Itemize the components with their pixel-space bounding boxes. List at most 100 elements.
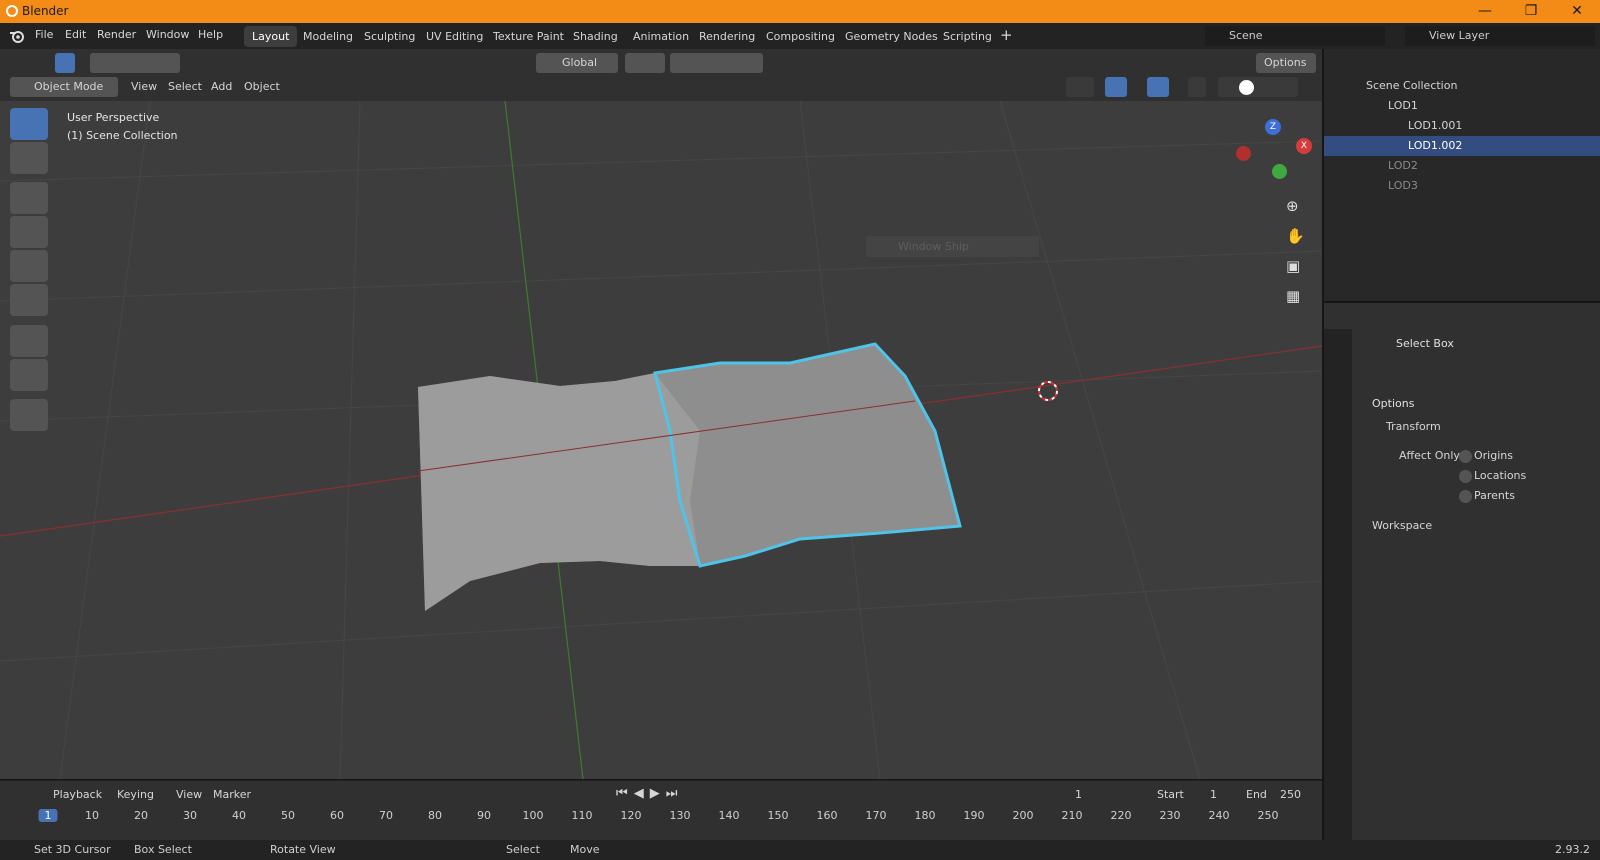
menu-window[interactable]: Window — [146, 28, 189, 41]
xray-toggle-icon[interactable] — [1188, 77, 1206, 97]
options-panel-header[interactable]: Options — [1372, 397, 1414, 410]
menu-render[interactable]: Render — [97, 28, 136, 41]
keying-menu[interactable]: Keying — [117, 788, 154, 801]
tab-compositing[interactable]: Compositing — [758, 26, 843, 47]
maximize-button[interactable]: ❐ — [1508, 0, 1554, 23]
tab-geometry-nodes[interactable]: Geometry Nodes — [837, 26, 946, 47]
frame-tick: 40 — [232, 809, 246, 822]
frame-tick: 100 — [522, 809, 544, 822]
blender-menu-icon[interactable] — [9, 28, 25, 44]
origins-checkbox[interactable] — [1459, 450, 1472, 463]
close-button[interactable]: ✕ — [1554, 0, 1600, 23]
status-set-cursor: Set 3D Cursor — [34, 843, 111, 856]
scene-selector[interactable]: Scene — [1205, 26, 1385, 46]
overlay-toggle-icon[interactable] — [1147, 77, 1169, 97]
frame-tick: 170 — [865, 809, 887, 822]
origins-label: Origins — [1474, 449, 1513, 462]
tab-scripting[interactable]: Scripting — [935, 26, 1000, 47]
menu-file[interactable]: File — [35, 28, 53, 41]
visibility-icon[interactable] — [1066, 77, 1094, 97]
version-label: 2.93.2 — [1555, 843, 1590, 856]
measure-tool-icon[interactable] — [10, 359, 48, 391]
scene-collection-row[interactable]: Scene Collection — [1324, 76, 1600, 96]
add-workspace-icon[interactable]: + — [1000, 26, 1013, 44]
parents-checkbox[interactable] — [1459, 490, 1472, 503]
outliner-row-lod1-001[interactable]: LOD1.001 — [1324, 116, 1600, 136]
move-tool-icon[interactable] — [10, 182, 48, 214]
3d-cursor-icon — [1038, 381, 1058, 401]
cursor-tool-icon[interactable] — [10, 142, 48, 174]
select-box-tool-icon[interactable] — [10, 108, 48, 140]
properties-editor: Select Box Options Transform Affect Only… — [1324, 303, 1600, 840]
frame-tick: 130 — [669, 809, 691, 822]
options-dropdown[interactable]: Options ⌄ — [1256, 53, 1316, 89]
end-label: End — [1246, 788, 1267, 801]
frame-tick: 70 — [379, 809, 393, 822]
view-menu[interactable]: View — [131, 80, 157, 93]
end-field[interactable]: 250 — [1280, 788, 1301, 801]
ortho-grid-icon[interactable]: ▦ — [1286, 281, 1305, 311]
add-cube-tool-icon[interactable] — [10, 399, 48, 431]
viewport-header: Global Options ⌄ Object Mode View Select… — [0, 49, 1322, 101]
camera-view-icon[interactable]: ▣ — [1286, 251, 1305, 281]
tab-rendering[interactable]: Rendering — [691, 26, 763, 47]
timeline-editor: Playback Keying View Marker ⏮◀▶⏭ 1 Start… — [0, 780, 1322, 840]
view-layer-selector[interactable]: View Layer — [1405, 26, 1595, 46]
frame-tick: 150 — [767, 809, 789, 822]
select-tool-icon[interactable] — [55, 53, 75, 73]
proportional-edit[interactable] — [715, 53, 763, 73]
frame-tick: 250 — [1257, 809, 1279, 822]
3d-viewport[interactable]: Window Ship User Perspective (1) Scene C… — [0, 101, 1322, 779]
frame-ruler[interactable]: 1 10 20 30 40 50 60 70 80 90 100 110 120 130 140 150 160… — [0, 803, 1322, 827]
tab-layout[interactable]: Layout — [244, 26, 298, 47]
tab-modeling[interactable]: Modeling — [295, 26, 361, 47]
workspace-panel-header[interactable]: Workspace — [1372, 519, 1432, 532]
rotate-tool-icon[interactable] — [10, 216, 48, 248]
solid-shading-icon[interactable] — [1239, 80, 1254, 95]
playback-menu[interactable]: Playback — [53, 788, 102, 801]
outliner-row-lod3[interactable]: LOD3 — [1324, 176, 1600, 196]
mode-dropdown[interactable]: Object Mode — [10, 77, 118, 97]
tab-animation[interactable]: Animation — [625, 26, 697, 47]
marker-menu[interactable]: Marker — [213, 788, 251, 801]
tooltip-text: Window Ship — [898, 240, 969, 253]
outliner-row-lod1[interactable]: LOD1 — [1324, 96, 1600, 116]
object-menu[interactable]: Object — [244, 80, 280, 93]
navigation-gizmo[interactable]: Z X — [1236, 116, 1320, 186]
menu-edit[interactable]: Edit — [65, 28, 86, 41]
gizmo-toggle-icon[interactable] — [1105, 77, 1127, 97]
parents-label: Parents — [1474, 489, 1515, 502]
shading-mode-group[interactable] — [1218, 77, 1298, 97]
orientation-dropdown[interactable]: Global — [536, 53, 618, 73]
tab-texture-paint[interactable]: Texture Paint — [485, 26, 572, 47]
outliner: Scene Collection LOD1 LOD1.001 LOD1.002 … — [1324, 49, 1600, 301]
tab-shading[interactable]: Shading — [565, 26, 626, 47]
tab-sculpting[interactable]: Sculpting — [356, 26, 423, 47]
annotate-tool-icon[interactable] — [10, 325, 48, 357]
menu-help[interactable]: Help — [198, 28, 223, 41]
frame-tick: 160 — [816, 809, 838, 822]
transform-tool-icon[interactable] — [10, 284, 48, 316]
frame-tick: 60 — [330, 809, 344, 822]
current-frame[interactable]: 1 — [1075, 788, 1082, 801]
start-field[interactable]: 1 — [1210, 788, 1217, 801]
locations-label: Locations — [1474, 469, 1527, 482]
zoom-icon[interactable]: ⊕ — [1286, 191, 1305, 221]
tab-uv-editing[interactable]: UV Editing — [418, 26, 491, 47]
pan-hand-icon[interactable]: ✋ — [1286, 221, 1305, 251]
pivot-dropdown[interactable] — [625, 53, 665, 73]
selection-mode-group[interactable] — [90, 53, 180, 73]
outliner-row-lod1-002[interactable]: LOD1.002 — [1324, 136, 1600, 156]
status-select: Select — [506, 843, 540, 856]
status-box-select: Box Select — [134, 843, 192, 856]
outliner-row-lod2[interactable]: LOD2 — [1324, 156, 1600, 176]
properties-tabs[interactable] — [1324, 329, 1352, 840]
timeline-view-menu[interactable]: View — [176, 788, 202, 801]
playback-controls[interactable]: ⏮◀▶⏭ — [616, 786, 683, 801]
minimize-button[interactable]: — — [1462, 0, 1508, 23]
locations-checkbox[interactable] — [1459, 470, 1472, 483]
transform-subpanel-header[interactable]: Transform — [1386, 420, 1441, 433]
add-menu[interactable]: Add — [211, 80, 232, 93]
scale-tool-icon[interactable] — [10, 250, 48, 282]
select-menu[interactable]: Select — [168, 80, 202, 93]
